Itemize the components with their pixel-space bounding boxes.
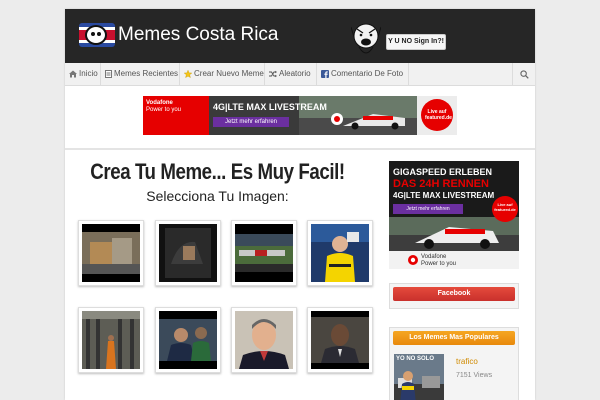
sidebar-ad-line1: GIGASPEED ERLEBEN: [393, 167, 493, 177]
home-icon: [69, 70, 77, 78]
document-icon: [105, 69, 112, 78]
meme-template-thumb[interactable]: [78, 307, 144, 373]
page-subtitle: Selecciona Tu Imagen:: [146, 188, 289, 204]
troll-face-icon: [85, 25, 107, 45]
sidebar-ad-brand: Vodafone Power to you: [421, 254, 457, 267]
search-icon: [519, 69, 529, 79]
nav-label: Crear Nuevo Meme: [194, 69, 264, 78]
facebook-icon: [321, 69, 329, 78]
main-nav: Inicio Memes Recientes Crear Nuevo Meme …: [65, 63, 535, 86]
nav-item-comentario-de-foto[interactable]: Comentario De Foto: [317, 63, 409, 85]
meme-template-thumb[interactable]: [231, 220, 297, 286]
meme-template-thumb[interactable]: [78, 220, 144, 286]
sidebar-ad[interactable]: GIGASPEED ERLEBEN DAS 24H RENNEN 4G|LTE …: [389, 161, 519, 269]
shuffle-icon: [269, 70, 277, 78]
site-logo[interactable]: [79, 23, 115, 47]
facebook-button[interactable]: Facebook: [393, 287, 515, 301]
nav-label: Comentario De Foto: [331, 69, 404, 78]
meme-template-image: [82, 224, 140, 282]
meme-template-image: [311, 224, 369, 282]
banner-headline: 4G|LTE MAX LIVESTREAM: [213, 102, 327, 112]
meme-template-image: [159, 224, 217, 282]
meme-template-image: [82, 311, 140, 369]
banner-badge: Live auf featured.de: [425, 109, 452, 121]
sidebar-ad-line3: 4G|LTE MAX LIVESTREAM: [393, 191, 495, 200]
facebook-widget: Facebook: [389, 283, 519, 309]
banner-cta-button[interactable]: Jetzt mehr erfahren: [213, 117, 289, 127]
section-divider: [65, 148, 535, 150]
page: Memes Costa Rica Y U NO Sign In?! Inicio…: [65, 9, 535, 400]
meme-template-image: [311, 311, 369, 369]
meme-template-thumb[interactable]: [155, 220, 221, 286]
star-icon: [183, 69, 193, 78]
popular-meme-views: 7151 Views: [456, 372, 493, 379]
banner-brand: Vodafone Power to you: [146, 100, 182, 113]
site-header: Memes Costa Rica Y U NO Sign In?!: [65, 9, 535, 63]
sidebar-ad-line2: DAS 24H RENNEN: [393, 178, 489, 190]
search-button[interactable]: [512, 63, 535, 85]
site-title[interactable]: Memes Costa Rica: [118, 24, 279, 46]
nav-item-aleatorio[interactable]: Aleatorio: [265, 63, 317, 85]
banner-ad[interactable]: Vodafone Power to you 4G|LTE MAX LIVESTRE…: [143, 96, 457, 135]
nav-item-inicio[interactable]: Inicio: [65, 63, 101, 85]
nav-label: Memes Recientes: [114, 69, 179, 78]
nav-item-memes-recientes[interactable]: Memes Recientes: [101, 63, 180, 85]
sign-in-button[interactable]: Y U NO Sign In?!: [386, 34, 446, 50]
popular-meme-title[interactable]: trafico: [456, 357, 478, 366]
yuno-face-icon: [351, 23, 381, 54]
nav-label: Inicio: [79, 69, 98, 78]
meme-template-image: [159, 311, 217, 369]
sidebar-ad-cta-button[interactable]: Jetzt mehr erfahren: [393, 204, 463, 214]
sidebar-ad-badge: Live auf featured.de: [494, 202, 516, 212]
nav-item-crear-nuevo-meme[interactable]: Crear Nuevo Meme: [180, 63, 265, 85]
popular-meme-caption: YO NO SOLO: [396, 356, 435, 362]
meme-template-image: [235, 224, 293, 282]
popular-meme-thumb[interactable]: YO NO SOLO: [394, 354, 444, 400]
popular-memes-header: Los Memes Mas Populares: [393, 331, 515, 345]
popular-memes-widget: Los Memes Mas Populares YO NO SOLO trafi…: [389, 327, 519, 400]
page-title: Crea Tu Meme... Es Muy Facil!: [90, 159, 345, 184]
meme-template-thumb[interactable]: [307, 307, 373, 373]
nav-label: Aleatorio: [279, 69, 311, 78]
meme-template-image: [235, 311, 293, 369]
meme-template-thumb[interactable]: [231, 307, 297, 373]
meme-template-thumb[interactable]: [307, 220, 373, 286]
meme-template-thumb[interactable]: [155, 307, 221, 373]
